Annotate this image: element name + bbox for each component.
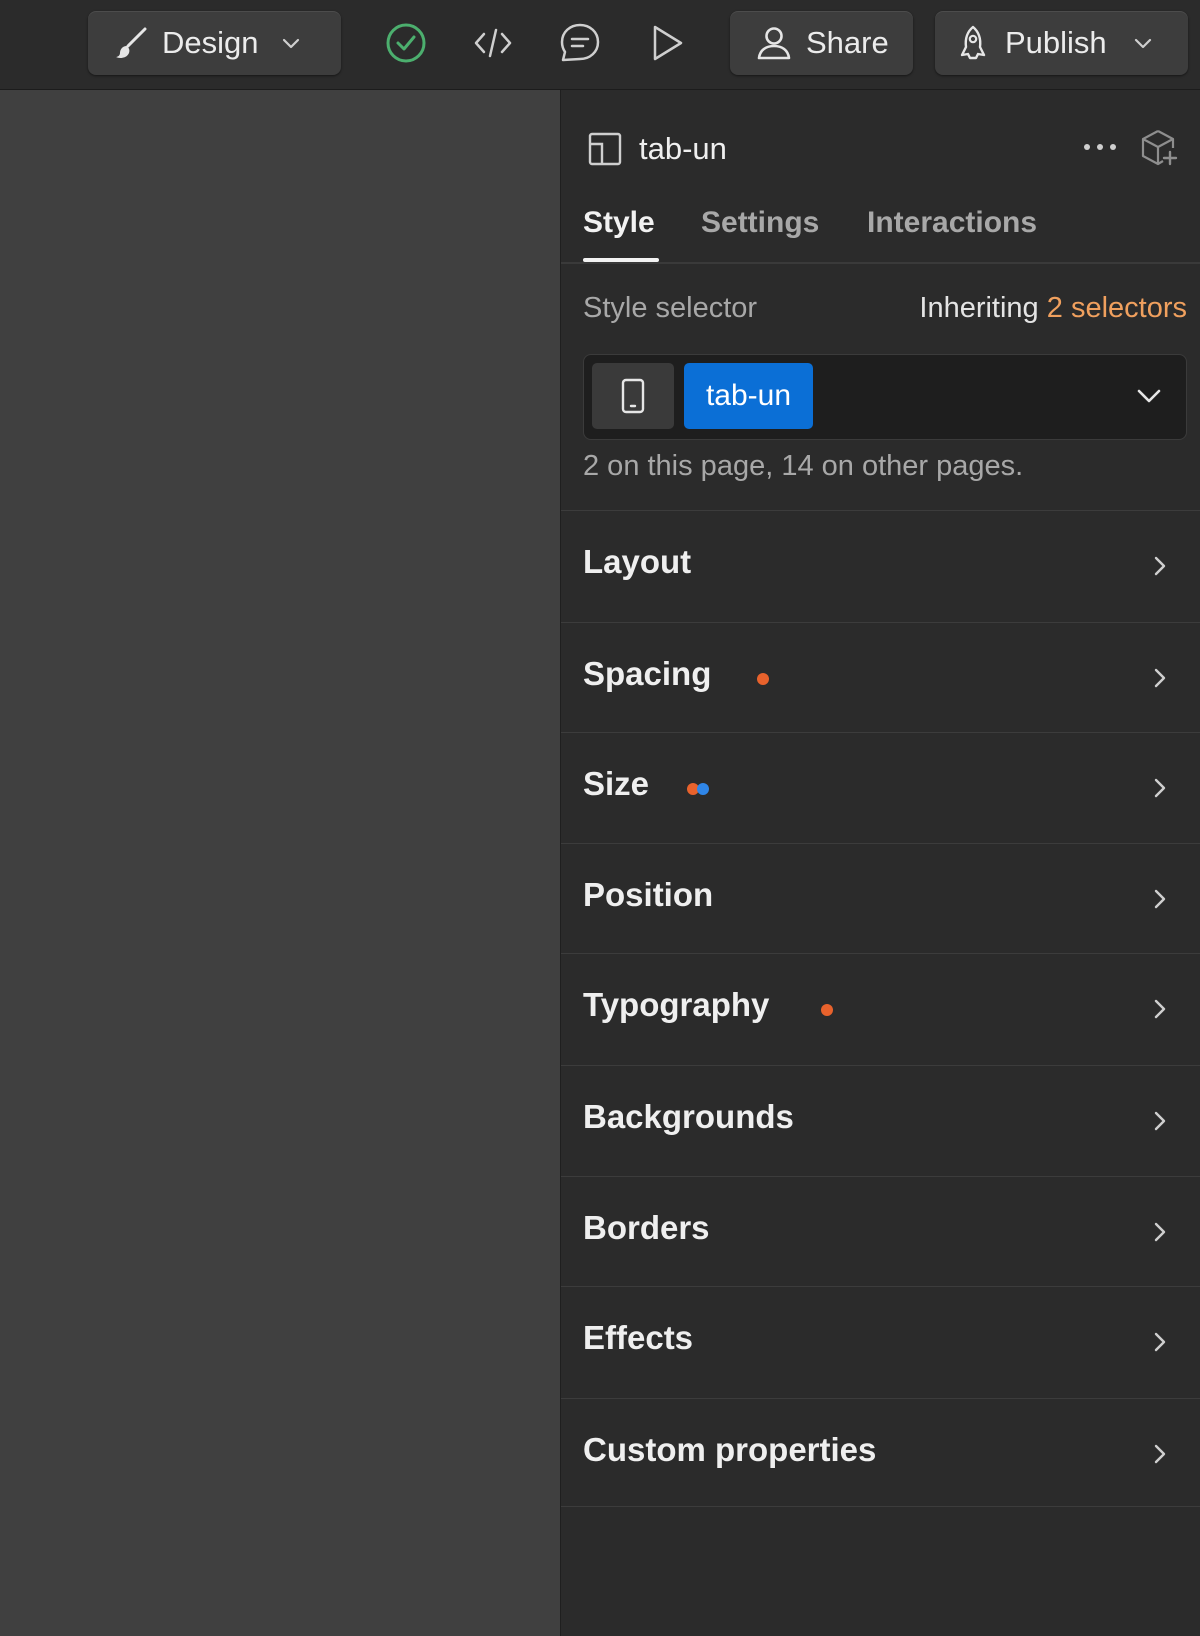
more-options-button[interactable]	[1075, 132, 1125, 162]
section-typography[interactable]: Typography	[561, 953, 1200, 1065]
inheriting-info: Inheriting 2 selectors	[919, 292, 1187, 325]
user-icon	[757, 27, 791, 60]
section-borders[interactable]: Borders	[561, 1176, 1200, 1286]
chevron-right-icon	[1145, 1217, 1175, 1247]
style-sections: Layout Spacing Size Position Typography Backg…	[561, 510, 1200, 1507]
section-backgrounds[interactable]: Backgrounds	[561, 1065, 1200, 1176]
selector-usage-note: 2 on this page, 14 on other pages.	[583, 450, 1024, 482]
design-mode-label: Design	[162, 25, 259, 60]
play-icon	[653, 25, 683, 61]
chevron-right-icon	[1145, 1327, 1175, 1357]
selector-input[interactable]: tab-un	[583, 354, 1187, 440]
tab-style[interactable]: Style	[583, 200, 659, 262]
chevron-down-icon	[282, 38, 299, 49]
section-indicators	[821, 1004, 833, 1016]
chevron-right-icon	[1145, 1106, 1175, 1136]
canvas-area[interactable]	[0, 90, 560, 1636]
more-horizontal-icon	[1084, 144, 1116, 150]
section-title: Borders	[583, 1209, 710, 1246]
share-button[interactable]: Share	[730, 11, 913, 75]
share-label: Share	[806, 25, 889, 60]
chevron-right-icon	[1145, 773, 1175, 803]
section-title: Backgrounds	[583, 1098, 794, 1135]
chevron-down-icon	[1137, 389, 1161, 403]
chevron-down-icon	[1134, 38, 1151, 49]
modified-indicator-dot	[821, 1004, 833, 1016]
mobile-device-icon	[621, 378, 645, 414]
check-circle-icon	[386, 23, 426, 63]
section-title: Position	[583, 876, 714, 913]
style-panel: tab-un Style Settings Interactions Style…	[560, 90, 1200, 1636]
component-add-icon	[1141, 130, 1178, 166]
section-size[interactable]: Size	[561, 732, 1200, 843]
chevron-right-icon	[1145, 551, 1175, 581]
tab-interactions[interactable]: Interactions	[867, 200, 1037, 260]
tab-settings[interactable]: Settings	[701, 200, 819, 260]
modified-indicator-dot	[757, 673, 769, 685]
style-selector-row: Style selector Inheriting 2 selectors	[583, 292, 1187, 332]
section-layout[interactable]: Layout	[561, 510, 1200, 622]
breakpoint-chip[interactable]	[592, 363, 674, 429]
section-title: Layout	[583, 543, 692, 580]
element-icon	[588, 132, 622, 166]
section-custom-properties[interactable]: Custom properties	[561, 1398, 1200, 1507]
section-title: Size	[583, 765, 650, 802]
comment-icon	[560, 23, 600, 62]
publish-status-check[interactable]	[383, 20, 429, 66]
section-title: Spacing	[583, 655, 712, 692]
design-mode-button[interactable]: Design	[88, 11, 341, 75]
code-icon	[474, 28, 512, 58]
section-effects[interactable]: Effects	[561, 1286, 1200, 1398]
chevron-right-icon	[1145, 884, 1175, 914]
publish-label: Publish	[1005, 25, 1107, 60]
chevron-right-icon	[1145, 663, 1175, 693]
rocket-icon	[960, 25, 986, 60]
style-selector-label: Style selector	[583, 292, 758, 324]
section-spacing[interactable]: Spacing	[561, 622, 1200, 732]
code-export-button[interactable]	[470, 20, 516, 66]
panel-tabs: Style Settings Interactions	[561, 200, 1200, 264]
section-title: Custom properties	[583, 1431, 877, 1468]
section-position[interactable]: Position	[561, 843, 1200, 953]
chevron-right-icon	[1145, 1439, 1175, 1469]
selected-element-header: tab-un	[587, 126, 727, 172]
selector-dropdown-toggle[interactable]	[1132, 379, 1166, 413]
paintbrush-icon	[116, 27, 147, 58]
modified-indicator-dot	[697, 783, 709, 795]
chevron-right-icon	[1145, 994, 1175, 1024]
element-name: tab-un	[639, 131, 727, 166]
inheriting-prefix: Inheriting	[919, 292, 1039, 324]
section-indicators	[687, 783, 709, 795]
comments-button[interactable]	[557, 20, 603, 66]
preview-button[interactable]	[644, 20, 690, 66]
create-component-button[interactable]	[1137, 126, 1181, 170]
top-toolbar: Design Share Publish	[0, 0, 1200, 90]
section-indicators	[757, 673, 769, 685]
publish-button[interactable]: Publish	[935, 11, 1188, 75]
section-title: Typography	[583, 986, 770, 1023]
inheriting-selectors-link[interactable]: 2 selectors	[1047, 292, 1187, 324]
class-chip[interactable]: tab-un	[684, 363, 813, 429]
section-title: Effects	[583, 1319, 694, 1356]
